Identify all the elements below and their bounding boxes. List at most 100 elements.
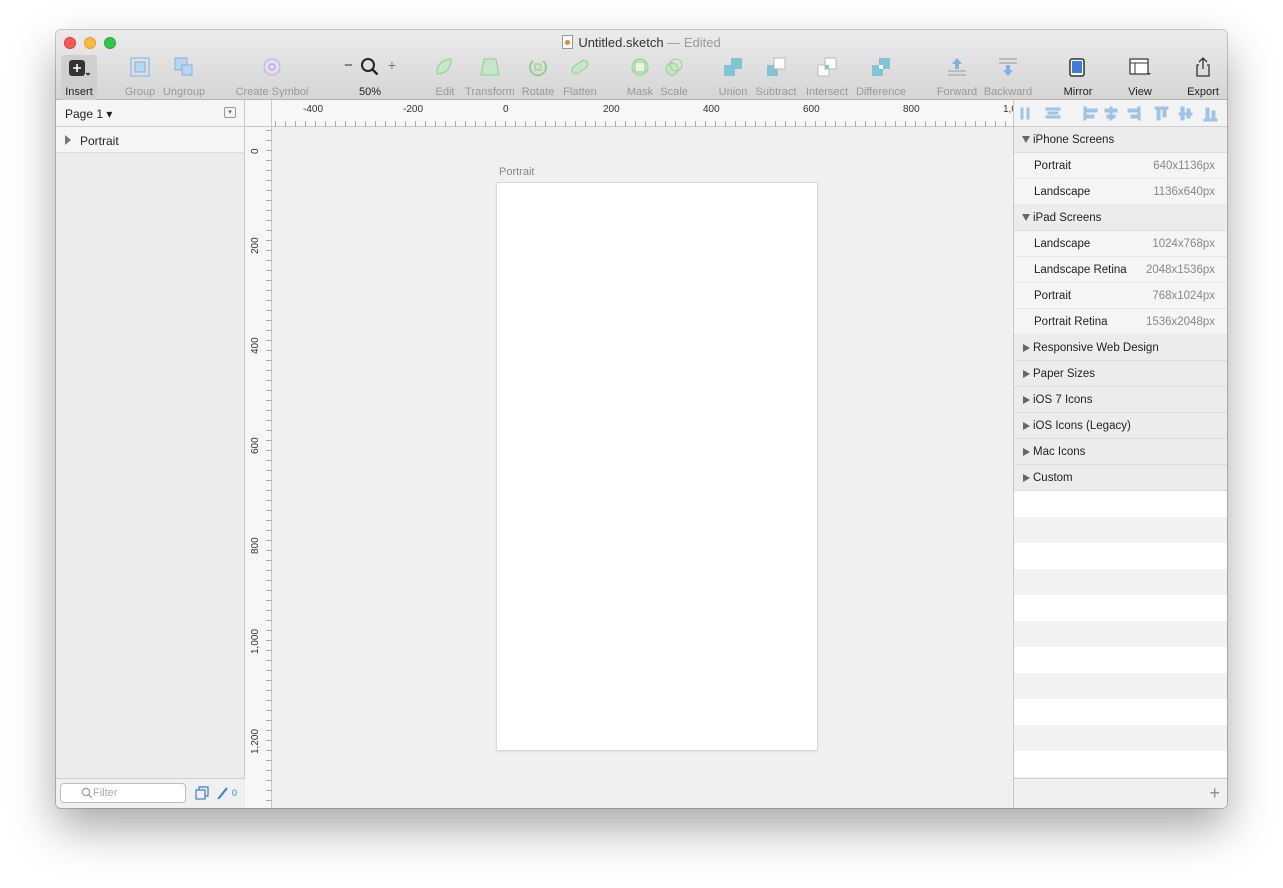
magnifier-icon [361,58,379,76]
artboard-portrait[interactable] [497,183,817,750]
flatten-icon [571,59,589,75]
artboard-title[interactable]: Portrait [499,166,534,178]
preset-item[interactable]: Portrait Retina 1536x2048px [1014,309,1227,335]
transform-button[interactable]: Transform [462,55,518,100]
disclosure-triangle-icon[interactable] [1023,396,1030,404]
preset-section-custom[interactable]: Custom [1014,465,1227,491]
symbols-filter-icon[interactable] [195,786,209,800]
scale-button[interactable]: Scale [656,55,692,100]
difference-label: Difference [856,86,906,98]
backward-button[interactable]: Backward [980,55,1036,100]
edited-status: — Edited [667,35,721,50]
horizontal-ruler[interactable]: -400 -200 0 200 400 600 800 1,0 [245,100,1017,127]
align-left-icon[interactable] [1083,106,1098,121]
align-bottom-icon[interactable] [1203,107,1218,122]
forward-icon [948,58,966,76]
disclosure-triangle-icon[interactable] [1023,448,1030,456]
vertical-ruler[interactable]: 0 200 400 600 800 1,000 1,200 [245,100,272,808]
add-preset-button[interactable]: + [1209,783,1220,804]
union-icon [724,58,742,76]
mask-button[interactable]: Mask [624,55,656,100]
ruler-label: 200 [603,104,620,115]
zoom-control[interactable]: − + 50% [340,55,400,100]
align-center-icon[interactable] [1104,106,1118,121]
view-button[interactable]: View [1120,55,1160,100]
preset-section-ios-icons-legacy[interactable]: iOS Icons (Legacy) [1014,413,1227,439]
distribute-horizontal-icon[interactable] [1020,107,1030,120]
disclosure-triangle-icon[interactable] [1023,370,1030,378]
preset-name: Portrait [1034,290,1072,302]
page-selector[interactable]: Page 1 ▾ ▾ [56,100,244,127]
preset-size: 1136x640px [1153,186,1215,198]
preset-size: 768x1024px [1152,290,1215,302]
preset-section-iphone-screens[interactable]: iPhone Screens [1014,127,1227,153]
canvas[interactable]: -400 -200 0 200 400 600 800 1,0 0 200 400 600 800 1,… [245,100,1017,808]
preset-section-ios-7-icons[interactable]: iOS 7 Icons [1014,387,1227,413]
export-button[interactable]: Export [1183,55,1223,100]
preset-section-responsive-web-design[interactable]: Responsive Web Design [1014,335,1227,361]
preset-section-mac-icons[interactable]: Mac Icons [1014,439,1227,465]
preset-section-label: Responsive Web Design [1033,342,1159,354]
align-middle-icon[interactable] [1178,106,1193,121]
ungroup-button[interactable]: Ungroup [160,55,208,100]
subtract-label: Subtract [755,86,797,98]
presets-footer: + [1014,778,1227,808]
preset-section-paper-sizes[interactable]: Paper Sizes [1014,361,1227,387]
disclosure-triangle-icon[interactable] [1022,136,1030,143]
layer-label: Portrait [80,134,119,148]
group-button[interactable]: Group [120,55,160,100]
ungroup-icon [174,57,193,76]
preset-section-label: Mac Icons [1033,446,1086,458]
page-label: Page 1 ▾ [65,107,113,121]
preset-item[interactable]: Landscape Retina 2048x1536px [1014,257,1227,283]
edit-button[interactable]: Edit [428,55,462,100]
group-label: Group [124,86,156,98]
forward-button[interactable]: Forward [934,55,980,100]
disclosure-triangle-icon[interactable] [1022,214,1030,221]
preset-size: 1024x768px [1152,238,1215,250]
preset-item[interactable]: Portrait 640x1136px [1014,153,1227,179]
scale-label: Scale [660,86,688,98]
filter-input[interactable]: Filter [60,783,186,803]
layer-item-portrait[interactable]: Portrait [56,127,244,153]
intersect-icon [817,57,837,77]
mirror-button[interactable]: Mirror [1058,55,1098,100]
rotate-button[interactable]: Rotate [518,55,558,100]
align-right-icon[interactable] [1127,106,1141,121]
distribute-vertical-icon[interactable] [1045,107,1061,119]
create-symbol-button[interactable]: Create Symbol [232,55,312,100]
preset-name: Landscape [1034,186,1091,198]
difference-button[interactable]: Difference [854,55,908,100]
zoom-in-button[interactable]: + [388,57,396,73]
flatten-button[interactable]: Flatten [558,55,602,100]
zoom-out-button[interactable]: − [344,57,353,74]
ruler-corner [245,100,272,127]
preset-list: iPhone Screens Portrait 640x1136px Landscap… [1014,127,1227,491]
insert-plus-icon [69,60,90,76]
union-button[interactable]: Union [714,55,752,100]
disclosure-triangle-icon[interactable] [1023,474,1030,482]
disclosure-triangle-icon[interactable] [1023,422,1030,430]
slice-count: 0 [232,788,238,798]
slice-filter-icon[interactable] [217,786,229,800]
export-label: Export [1187,86,1219,98]
backward-label: Backward [983,86,1033,98]
artboard-presets-panel: iPhone Screens Portrait 640x1136px Landscap… [1013,100,1227,808]
intersect-button[interactable]: Intersect [800,55,854,100]
insert-button[interactable]: Insert [61,55,97,100]
ruler-label: 600 [803,104,820,115]
preset-item[interactable]: Portrait 768x1024px [1014,283,1227,309]
preset-item[interactable]: Landscape 1024x768px [1014,231,1227,257]
disclosure-triangle-icon[interactable] [65,135,71,145]
collapse-pages-icon[interactable]: ▾ [224,107,236,118]
group-icon [130,57,150,77]
ruler-label: 800 [250,537,261,554]
preset-item[interactable]: Landscape 1136x640px [1014,179,1227,205]
preset-section-ipad-screens[interactable]: iPad Screens [1014,205,1227,231]
disclosure-triangle-icon[interactable] [1023,344,1030,352]
mask-label: Mask [626,86,654,98]
subtract-button[interactable]: Subtract [752,55,800,100]
ruler-label: 400 [703,104,720,115]
align-top-icon[interactable] [1154,106,1169,121]
document-icon [562,35,574,49]
